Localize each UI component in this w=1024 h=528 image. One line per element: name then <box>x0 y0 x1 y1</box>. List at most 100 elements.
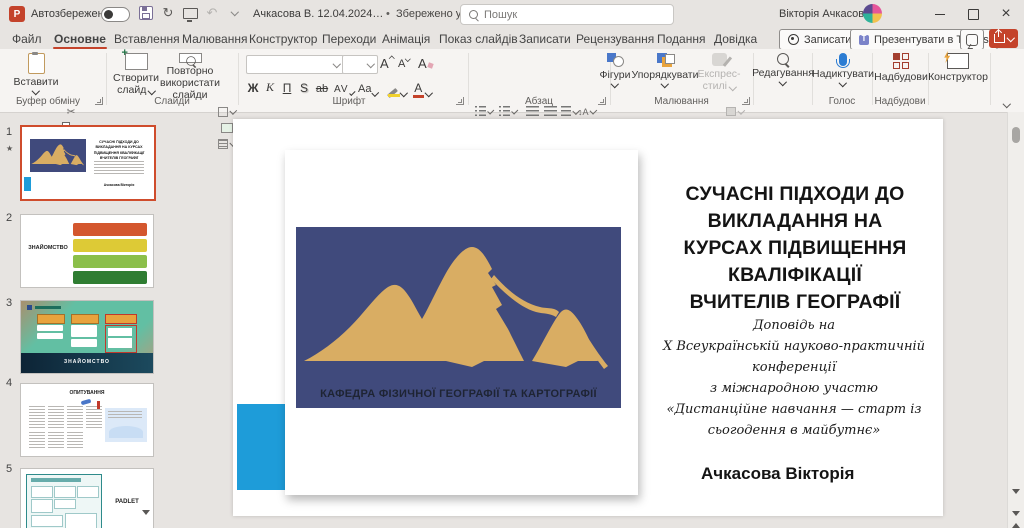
slide-number-1: 1 <box>6 126 13 138</box>
tab-help[interactable]: Довідка <box>712 28 759 49</box>
next-slide-icon[interactable] <box>1012 511 1020 528</box>
font-name-combo[interactable] <box>246 55 344 74</box>
slide-title[interactable]: СУЧАСНІ ПІДХОДИ ДО ВИКЛАДАННЯ НА КУРСАХ … <box>645 181 945 316</box>
undo-icon[interactable]: ↶ <box>203 4 221 22</box>
slide-canvas[interactable]: КАФЕДРА ФІЗИЧНОЇ ГЕОГРАФІЇ ТА КАРТОГРАФІ… <box>233 119 943 516</box>
change-case-button[interactable]: Aa <box>358 77 380 97</box>
grow-font-button[interactable]: A <box>380 56 395 71</box>
clipboard-group-label: Буфер обміну <box>15 96 81 107</box>
tab-draw[interactable]: Малювання <box>180 28 249 49</box>
group-separator <box>990 53 991 105</box>
drawing-dialog-launcher[interactable] <box>742 97 750 105</box>
tab-file[interactable]: Файл <box>10 28 44 49</box>
mini-card <box>37 325 63 331</box>
redo-circle-icon[interactable]: ↻ <box>159 4 177 22</box>
shrink-font-button[interactable]: A <box>398 56 411 70</box>
shapes-button[interactable]: Фігури <box>594 53 636 101</box>
tab-review[interactable]: Рецензування <box>574 28 656 49</box>
font-dialog-launcher[interactable] <box>456 97 464 105</box>
powerpoint-app-icon[interactable]: P <box>9 6 25 22</box>
dictate-button[interactable]: Надиктувати <box>812 53 874 101</box>
transition-star-icon: ★ <box>6 144 14 153</box>
mini-bar-yellow <box>73 239 147 252</box>
mini-bar-green <box>73 255 147 268</box>
shapes-icon <box>607 53 624 67</box>
avatar[interactable] <box>863 4 882 23</box>
designer-icon <box>947 53 969 69</box>
italic-button[interactable]: К <box>263 77 277 97</box>
font-color-button[interactable]: A <box>412 77 434 98</box>
tab-design[interactable]: Конструктор <box>247 28 319 49</box>
share-icon <box>993 30 1005 43</box>
addins-button[interactable]: Надбудови <box>874 53 928 101</box>
designer-button[interactable]: Конструктор <box>928 53 988 101</box>
thumbnail-slide-4[interactable]: ОПИТУВАННЯ <box>20 383 154 457</box>
account-name[interactable]: Вікторія Ачкасова <box>779 8 870 20</box>
thumbnail-slide-2[interactable]: ЗНАЙОМСТВО <box>20 214 154 288</box>
slide-author[interactable]: Ачкасова Вікторія <box>701 464 854 484</box>
slide-photo-card[interactable]: КАФЕДРА ФІЗИЧНОЇ ГЕОГРАФІЇ ТА КАРТОГРАФІ… <box>285 150 638 495</box>
arrange-button[interactable]: Упорядкувати <box>632 53 698 101</box>
editing-button[interactable]: Редагування <box>752 53 814 101</box>
teams-icon <box>859 34 869 45</box>
mini-card <box>71 339 97 347</box>
department-logo: КАФЕДРА ФІЗИЧНОЇ ГЕОГРАФІЇ ТА КАРТОГРАФІ… <box>296 227 621 408</box>
mini-author: Ачкасова Вікторія <box>103 183 135 187</box>
clear-formatting-button[interactable]: A <box>418 56 434 71</box>
tab-slideshow[interactable]: Показ слайдів <box>437 28 520 49</box>
mini-title: СУЧАСНІ ПІДХОДИ ДО ВИКЛАДАННЯ НА КУРСАХ … <box>93 140 145 161</box>
slide-subtitle[interactable]: Доповідь на X Всеукраїнській науково-пра… <box>636 315 952 441</box>
record-button[interactable]: Записати <box>779 29 861 50</box>
slide-blue-rectangle[interactable] <box>237 404 285 490</box>
character-spacing-button[interactable]: AV <box>334 77 356 97</box>
record-icon <box>788 34 799 45</box>
tab-transitions[interactable]: Переходи <box>320 28 378 49</box>
tab-insert[interactable]: Вставлення <box>112 28 182 49</box>
close-button[interactable]: × <box>991 0 1021 28</box>
scrollbar-thumb[interactable] <box>1012 127 1020 143</box>
comments-button[interactable] <box>960 29 984 50</box>
highlight-color-button[interactable] <box>386 77 408 99</box>
vertical-scrollbar[interactable] <box>1007 112 1024 528</box>
quick-access-menu-icon[interactable] <box>226 4 244 22</box>
present-icon[interactable] <box>181 4 199 22</box>
reuse-slides-button[interactable]: Повторно використати слайди <box>158 53 222 101</box>
paste-button[interactable]: Вставити <box>12 51 60 101</box>
save-icon[interactable] <box>137 4 155 22</box>
share-chevron-icon <box>1006 33 1015 42</box>
tab-record[interactable]: Записати <box>517 28 573 49</box>
tab-animations[interactable]: Анімація <box>380 28 432 49</box>
minimize-button[interactable] <box>925 0 955 28</box>
search-box[interactable]: Пошук <box>460 4 674 25</box>
mini-text-col <box>29 432 45 448</box>
slide-number-5: 5 <box>6 463 13 475</box>
share-button[interactable] <box>989 29 1018 48</box>
mini-text-col <box>67 406 83 428</box>
autosave-toggle[interactable] <box>101 7 130 22</box>
mini-card-outlined <box>105 325 137 353</box>
thumbnail-slide-1[interactable]: СУЧАСНІ ПІДХОДИ ДО ВИКЛАДАННЯ НА КУРСАХ … <box>20 125 156 201</box>
new-slide-button[interactable]: Створитислайд <box>112 47 160 101</box>
thumbnail-slide-5[interactable]: PADLET <box>20 468 154 528</box>
document-title[interactable]: Ачкасова В. 12.04.2024… <box>253 8 383 20</box>
tab-home[interactable]: Основне <box>52 28 108 49</box>
microphone-icon <box>836 53 850 68</box>
mini-subtitle-lines <box>94 161 144 175</box>
underline-button[interactable]: П <box>280 77 294 97</box>
text-shadow-button[interactable]: S <box>297 77 311 97</box>
thumbnail-slide-3[interactable]: ЗНАЙОМСТВО <box>20 300 154 374</box>
font-size-combo[interactable] <box>342 55 378 74</box>
strikethrough-button[interactable]: ab <box>314 77 330 97</box>
tab-view[interactable]: Подання <box>655 28 707 49</box>
quick-styles-button[interactable]: Експрес-стилі <box>696 53 742 101</box>
bold-button[interactable]: Ж <box>246 77 260 97</box>
mini-card-header <box>71 314 99 324</box>
maximize-button[interactable] <box>958 0 988 28</box>
collapse-ribbon-icon[interactable] <box>1002 97 1011 109</box>
paste-icon <box>27 51 45 74</box>
clipboard-dialog-launcher[interactable] <box>95 97 103 105</box>
font-group-label: Шрифт <box>332 96 366 107</box>
mini-card-header <box>37 314 65 324</box>
search-icon <box>469 10 478 19</box>
thumbnail-scroll-down-icon[interactable] <box>142 510 150 528</box>
